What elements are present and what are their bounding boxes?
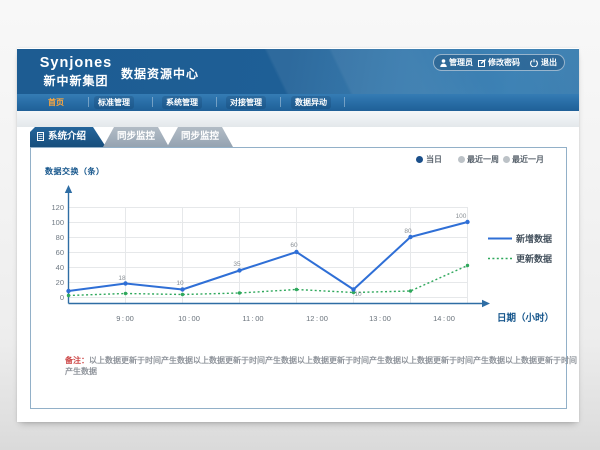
svg-text:12 : 00: 12 : 00 bbox=[306, 314, 328, 323]
svg-text:0: 0 bbox=[60, 293, 64, 302]
svg-text:11 : 00: 11 : 00 bbox=[242, 314, 263, 323]
svg-text:100: 100 bbox=[51, 218, 64, 227]
svg-text:14 : 00: 14 : 00 bbox=[433, 314, 455, 323]
svg-text:80: 80 bbox=[404, 228, 412, 235]
svg-text:新增数据: 新增数据 bbox=[516, 233, 552, 244]
svg-text:18: 18 bbox=[118, 275, 126, 282]
svg-text:13 : 00: 13 : 00 bbox=[369, 314, 391, 323]
svg-text:10: 10 bbox=[176, 280, 184, 287]
svg-text:9 : 00: 9 : 00 bbox=[116, 314, 134, 323]
svg-text:40: 40 bbox=[56, 263, 64, 272]
svg-text:35: 35 bbox=[233, 261, 241, 268]
svg-text:10 : 00: 10 : 00 bbox=[178, 314, 200, 323]
svg-text:120: 120 bbox=[51, 203, 64, 212]
svg-text:20: 20 bbox=[56, 278, 64, 287]
svg-text:日期（小时）: 日期（小时） bbox=[497, 312, 554, 324]
svg-text:100: 100 bbox=[456, 213, 467, 220]
svg-text:10: 10 bbox=[354, 291, 362, 298]
svg-text:60: 60 bbox=[56, 248, 64, 257]
svg-text:60: 60 bbox=[290, 242, 298, 249]
svg-text:更新数据: 更新数据 bbox=[516, 253, 552, 264]
svg-text:80: 80 bbox=[56, 233, 64, 242]
